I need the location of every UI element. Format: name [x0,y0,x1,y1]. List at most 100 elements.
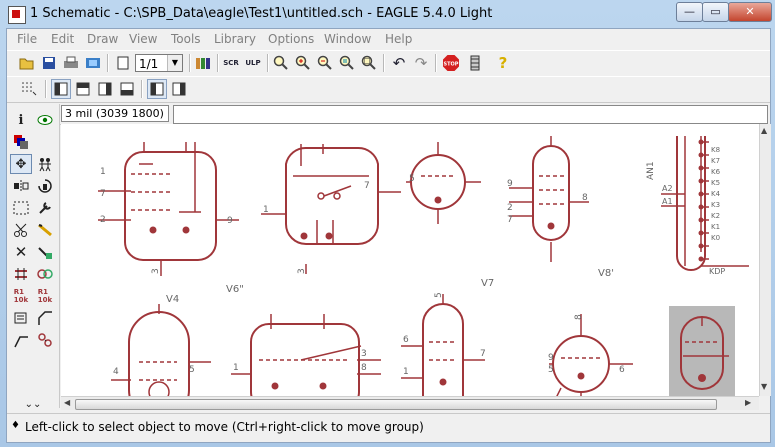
paste-icon[interactable] [34,220,56,240]
value-icon[interactable]: R1 10k [34,286,56,306]
pin-dot [300,232,308,240]
script-icon[interactable]: SCR [221,53,241,73]
title-bar: 1 Schematic - C:\SPB_Data\eagle\Test1\un… [0,0,775,28]
open-icon[interactable] [17,53,37,73]
sheet-icon[interactable] [113,53,133,73]
menu-view[interactable]: View [129,32,157,46]
pin-label: V6" [226,284,244,295]
pin-label: 5 [409,174,415,184]
zoom-select-icon[interactable] [359,53,379,73]
miter-icon[interactable] [34,308,56,328]
chevron-down-icon: ▼ [167,55,182,71]
switch-contact [333,192,341,200]
ulp-icon[interactable]: ULP [243,53,263,73]
pin-label: 1 [403,367,409,377]
app-icon[interactable] [8,6,26,24]
layout-top-icon[interactable] [73,79,93,99]
pin-label: 5 [189,365,195,375]
pin-label: K1 [711,223,720,231]
group-icon[interactable] [10,198,32,218]
pin-label: K2 [711,212,720,220]
menu-tools[interactable]: Tools [171,32,201,46]
gateswap-icon[interactable] [34,264,56,284]
move-icon[interactable]: ✥ [10,154,32,174]
zoom-fit-icon[interactable] [271,53,291,73]
invoke-icon[interactable] [34,330,56,350]
menu-edit[interactable]: Edit [51,32,74,46]
change-icon[interactable] [34,198,56,218]
zoom-in-icon[interactable] [293,53,313,73]
command-bar: 3 mil (3039 1800) [59,104,770,125]
display-icon[interactable] [10,132,32,152]
pin-label: 4 [113,367,119,377]
scroll-right-icon[interactable]: ▶ [745,398,751,407]
pin-label: A1 [662,197,673,206]
print-icon[interactable] [61,53,81,73]
use-library-icon[interactable] [193,53,213,73]
help-icon[interactable]: ? [493,53,513,73]
pane-right-icon[interactable] [169,79,189,99]
info-icon[interactable]: i [10,110,32,130]
more-icon[interactable]: ⌄⌄ [22,394,44,414]
pin-dot [182,226,190,234]
sheet-select[interactable]: 1/1 ▼ [135,54,183,72]
scroll-down-icon[interactable]: ▼ [761,382,767,391]
scroll-left-icon[interactable]: ◀ [64,398,70,407]
add-icon[interactable] [34,242,56,262]
pin-dot [547,222,555,230]
parameter-toolbar [7,76,770,103]
cam-icon[interactable] [83,53,103,73]
vertical-scrollbar[interactable]: ▲ ▼ [759,124,771,396]
schematic-canvas[interactable]: 1 7 2 9 3 1 7 3 5 9 2 7 8 K8 K7 K6 K5 K4 K3 K2 K1 K0 A2 A1 AN1 KD… [61,124,759,396]
pin-label: 7 [507,215,513,225]
wire-icon[interactable] [10,330,32,350]
pin-label: 7 [480,349,486,359]
minimize-button[interactable]: — [676,2,703,22]
pin-label: 7 [100,189,106,199]
undo-icon[interactable]: ↶ [389,53,409,73]
go-icon[interactable] [465,53,485,73]
layout-right-icon[interactable] [95,79,115,99]
pin-label: V4 [166,294,179,305]
save-icon[interactable] [39,53,59,73]
stop-icon[interactable]: STOP [441,53,461,73]
menu-help[interactable]: Help [385,32,412,46]
cut-icon[interactable] [10,220,32,240]
menu-options[interactable]: Options [268,32,314,46]
delete-icon[interactable]: ✕ [10,242,32,262]
pinswap-icon[interactable] [10,264,32,284]
horizontal-scrollbar[interactable]: ◀ ▶ [61,396,759,410]
horizontal-scroll-thumb[interactable] [75,399,717,410]
pin-dot [271,382,279,390]
zoom-out-icon[interactable] [315,53,335,73]
menu-file[interactable]: File [17,32,37,46]
zoom-redraw-icon[interactable] [337,53,357,73]
scroll-up-icon[interactable]: ▲ [761,126,767,135]
menu-library[interactable]: Library [214,32,256,46]
pin-label: V8' [598,268,614,279]
pin-label: A2 [662,184,673,193]
maximize-button[interactable]: ▭ [702,2,729,22]
pin-label: 1 [100,167,106,177]
command-input[interactable] [173,105,768,124]
tube-heater [148,381,170,396]
rotate-icon[interactable] [34,176,56,196]
close-button[interactable]: ✕ [728,2,772,22]
mirror-icon[interactable] [10,176,32,196]
layout-bottom-icon[interactable] [117,79,137,99]
menu-bar: File Edit Draw View Tools Library Option… [7,29,770,50]
grid-icon[interactable] [19,79,39,99]
redo-icon[interactable]: ↷ [411,53,431,73]
menu-draw[interactable]: Draw [87,32,118,46]
pane-left-icon[interactable] [147,79,167,99]
eye-icon[interactable] [34,110,56,130]
menu-window[interactable]: Window [324,32,371,46]
name-icon[interactable]: R1 10k [10,286,32,306]
layout-left-icon[interactable] [51,79,71,99]
split-icon[interactable] [10,308,32,328]
pin-label: K7 [711,157,720,165]
pin-label: AN1 [646,161,656,180]
copy-icon[interactable] [34,154,56,174]
pin-label: 8 [574,314,584,320]
pin-dot [319,382,327,390]
